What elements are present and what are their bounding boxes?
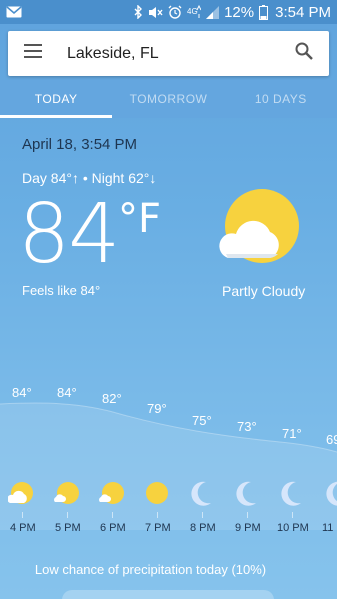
tick-mark: [292, 512, 293, 518]
hour-label-4pm: 4 PM: [10, 522, 36, 534]
temperature-unit: °F: [118, 196, 162, 242]
hour-label-11pm: 11: [322, 522, 334, 534]
bluetooth-icon: [134, 5, 143, 19]
moon-icon: [189, 481, 215, 507]
tick-mark: [112, 512, 113, 518]
hour-label-9pm: 9 PM: [235, 522, 261, 534]
forecast-tabs: TODAY TOMORROW 10 DAYS: [0, 80, 337, 118]
hour-label-7pm: 7 PM: [145, 522, 171, 534]
sun-cloud-icon: [99, 481, 125, 507]
partly-cloudy-icon: [7, 481, 34, 507]
mute-icon: [148, 6, 163, 19]
hourly-temp-6pm: 82°: [102, 391, 122, 406]
partly-cloudy-icon: [218, 188, 302, 272]
search-icon: [295, 42, 313, 65]
hourly-temp-8pm: 75°: [192, 413, 212, 428]
status-clock: 3:54 PM: [275, 3, 331, 21]
temperature-curve: [0, 402, 337, 530]
sun-cloud-icon: [54, 481, 80, 507]
moon-icon: [234, 481, 260, 507]
moon-icon: [279, 481, 305, 507]
moon-icon: [324, 481, 337, 507]
hamburger-menu-icon: [24, 44, 42, 63]
battery-percent: 12%: [224, 3, 255, 21]
hourly-temp-11pm: 69: [326, 432, 337, 447]
tick-mark: [67, 512, 68, 518]
tab-10-days[interactable]: 10 DAYS: [225, 80, 337, 118]
hourly-temp-10pm: 71°: [282, 426, 302, 441]
hour-label-6pm: 6 PM: [100, 522, 126, 534]
gmail-icon: [6, 6, 22, 18]
precipitation-summary: Low chance of precipitation today (10%): [34, 562, 267, 577]
search-button[interactable]: [279, 31, 329, 76]
search-bar[interactable]: Lakeside, FL: [8, 31, 329, 76]
location-text[interactable]: Lakeside, FL: [67, 45, 159, 63]
4g-lte-icon: 4G: [187, 5, 202, 19]
current-temperature: 84: [18, 187, 120, 282]
tick-mark: [22, 512, 23, 518]
bottom-sheet-handle[interactable]: [62, 590, 274, 599]
hour-label-5pm: 5 PM: [55, 522, 81, 534]
sun-icon: [144, 481, 170, 507]
hour-label-8pm: 8 PM: [190, 522, 216, 534]
tab-today[interactable]: TODAY: [0, 80, 113, 118]
hourly-temp-9pm: 73°: [237, 419, 257, 434]
battery-icon: [259, 4, 269, 20]
hourly-temp-5pm: 84°: [57, 385, 77, 400]
signal-icon: [206, 5, 220, 19]
svg-text:4G: 4G: [187, 7, 198, 16]
tab-tomorrow[interactable]: TOMORROW: [112, 80, 224, 118]
status-bar: 4G 12% 3:54 PM: [0, 0, 337, 24]
alarm-icon: [168, 5, 182, 19]
hourly-temp-4pm: 84°: [12, 385, 32, 400]
tick-mark: [247, 512, 248, 518]
menu-button[interactable]: [8, 31, 58, 76]
tick-mark: [157, 512, 158, 518]
hourly-temp-7pm: 79°: [147, 401, 167, 416]
day-night-range: Day 84°↑ • Night 62°↓: [22, 170, 157, 186]
current-date: April 18, 3:54 PM: [22, 136, 138, 153]
hour-label-10pm: 10 PM: [277, 522, 309, 534]
feels-like: Feels like 84°: [22, 283, 101, 298]
tick-mark: [202, 512, 203, 518]
condition-text: Partly Cloudy: [222, 283, 306, 299]
